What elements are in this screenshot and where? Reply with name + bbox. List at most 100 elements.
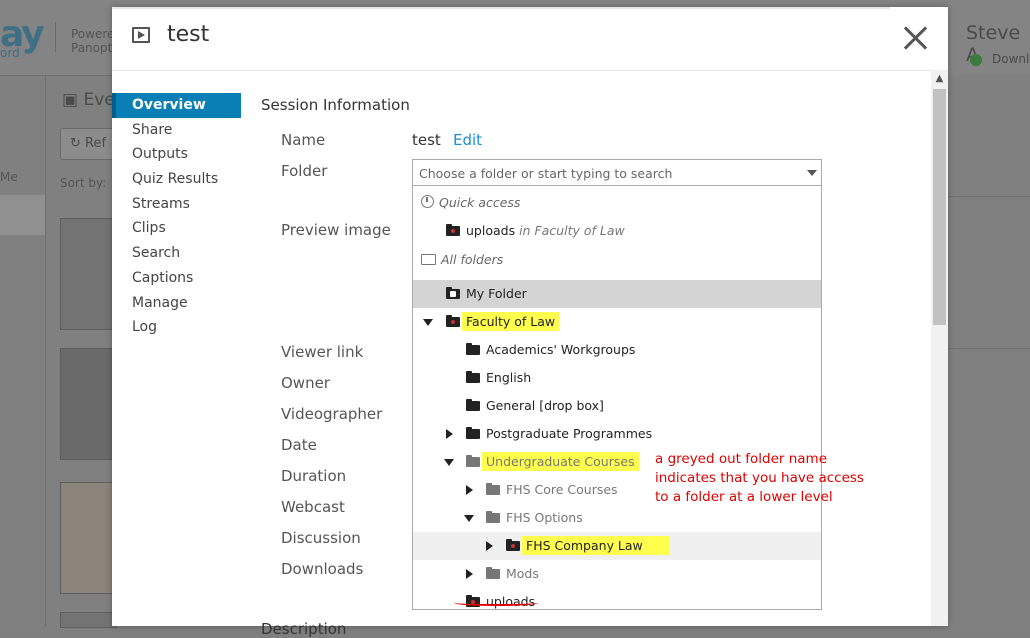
folder-option-my-folder[interactable]: My Folder — [413, 280, 821, 308]
all-folders-label: All folders — [441, 252, 504, 267]
close-icon[interactable] — [900, 23, 930, 53]
folder-select-placeholder: Choose a folder or start typing to searc… — [419, 166, 673, 181]
open-folder-icon — [421, 254, 436, 265]
background-thumbnail — [60, 482, 117, 594]
nav-item-captions[interactable]: Captions — [112, 266, 241, 291]
background-thumbnail — [60, 348, 117, 460]
annotation-underline — [454, 600, 538, 606]
videographer-label: Videographer — [281, 405, 383, 423]
session-settings-dialog: test Overview Share Outputs Quiz Results… — [112, 7, 948, 638]
date-label: Date — [281, 436, 317, 454]
owner-label: Owner — [281, 374, 330, 392]
folder-icon — [466, 455, 480, 467]
nav-item-streams[interactable]: Streams — [112, 192, 241, 217]
folder-option-uploads[interactable]: uploads — [413, 588, 821, 609]
folder-option-label: Academics' Workgroups — [486, 342, 636, 357]
scroll-up-arrow-icon[interactable]: ▲ — [931, 71, 948, 87]
chevron-down-icon — [807, 170, 817, 176]
folder-dropdown: Quick access uploads in Faculty of Law A… — [412, 186, 822, 610]
background-me-label: Me — [0, 170, 18, 184]
background-events-label: Eve — [83, 90, 115, 110]
highlighted-label: Faculty of Law — [462, 312, 560, 331]
folder-option-english[interactable]: English — [413, 364, 821, 392]
folder-option-postgraduate[interactable]: Postgraduate Programmes — [413, 420, 821, 448]
folder-option-label: FHS Company Law — [522, 532, 669, 560]
expand-triangle-icon[interactable] — [466, 569, 473, 579]
folder-option-fhs-options[interactable]: FHS Options — [413, 504, 821, 532]
folder-icon — [446, 315, 460, 327]
folder-icon — [486, 567, 500, 579]
nav-item-clips[interactable]: Clips — [112, 216, 241, 241]
collapse-triangle-icon[interactable] — [464, 515, 474, 522]
annotation-note: a greyed out folder name indicates that … — [655, 450, 865, 507]
scrollbar-thumb[interactable] — [933, 89, 946, 325]
viewer-link-label: Viewer link — [281, 343, 364, 361]
folder-icon — [486, 483, 500, 495]
folder-option-label: English — [486, 370, 532, 385]
folder-option-label: Postgraduate Programmes — [486, 426, 653, 441]
nav-item-quiz-results[interactable]: Quiz Results — [112, 167, 241, 192]
background-logo-sub: ord — [0, 46, 20, 60]
folder-option-label: Faculty of Law — [462, 308, 560, 336]
background-download: Downl — [992, 52, 1030, 66]
expand-triangle-icon[interactable] — [466, 485, 473, 495]
background-left-divider — [45, 75, 46, 626]
folder-icon — [466, 399, 480, 411]
folder-option-label: General [drop box] — [486, 398, 604, 413]
background-right-divider — [948, 348, 1030, 349]
collapse-triangle-icon[interactable] — [423, 319, 433, 326]
background-divider — [55, 22, 56, 52]
background-refresh-text: Ref — [85, 136, 107, 151]
background-right-panel — [948, 75, 1030, 626]
background-powered-text: Powere Panopt — [71, 27, 114, 55]
all-folders-header: All folders — [421, 252, 503, 267]
folder-option-label: Undergraduate Courses — [482, 448, 639, 476]
folder-option-general[interactable]: General [drop box] — [413, 392, 821, 420]
folder-icon — [466, 343, 480, 355]
folder-select[interactable]: Choose a folder or start typing to searc… — [412, 159, 822, 186]
name-value: test — [412, 131, 441, 149]
folder-icon — [446, 287, 460, 299]
folder-option-mods[interactable]: Mods — [413, 560, 821, 588]
nav-item-overview[interactable]: Overview — [112, 93, 241, 118]
nav-item-log[interactable]: Log — [112, 315, 241, 340]
section-title: Session Information — [261, 96, 410, 114]
dialog-header: test — [112, 7, 948, 71]
collapse-triangle-icon[interactable] — [444, 459, 454, 466]
folder-option-quick-uploads[interactable]: uploads in Faculty of Law — [413, 217, 821, 245]
quick-access-label: Quick access — [439, 195, 521, 210]
webcast-label: Webcast — [281, 498, 345, 516]
powered-line-2: Panopt — [71, 41, 113, 55]
name-label: Name — [281, 131, 326, 149]
edit-name-link[interactable]: Edit — [453, 131, 482, 149]
nav-item-manage[interactable]: Manage — [112, 291, 241, 316]
quick-item-name: uploads — [466, 223, 516, 238]
background-events-title: ▣ Eve — [62, 90, 115, 110]
background-left-selection — [0, 195, 45, 235]
video-play-icon — [132, 27, 150, 43]
annotation-line-3: to a folder at a lower level — [655, 489, 833, 505]
folder-option-academics[interactable]: Academics' Workgroups — [413, 336, 821, 364]
background-sort-label: Sort by: — [60, 176, 107, 190]
nav-item-search[interactable]: Search — [112, 241, 241, 266]
expand-triangle-icon[interactable] — [446, 429, 453, 439]
folder-icon — [466, 427, 480, 439]
folder-icon — [486, 511, 500, 523]
highlighted-label: Undergraduate Courses — [482, 452, 639, 471]
folder-icon — [446, 224, 460, 236]
expand-triangle-icon[interactable] — [486, 541, 493, 551]
folder-option-label: FHS Options — [506, 510, 583, 525]
background-refresh-label: ↻ Ref — [70, 136, 107, 151]
nav-item-share[interactable]: Share — [112, 118, 241, 143]
clock-icon — [421, 195, 434, 208]
dialog-top-line — [112, 7, 890, 9]
nav-item-outputs[interactable]: Outputs — [112, 142, 241, 167]
folder-option-faculty-of-law[interactable]: Faculty of Law — [413, 308, 821, 336]
folder-option-fhs-company-law[interactable]: FHS Company Law — [413, 532, 821, 560]
duration-label: Duration — [281, 467, 347, 485]
quick-access-header: Quick access — [421, 195, 520, 210]
folder-option-label: Mods — [506, 566, 539, 581]
folder-icon — [506, 539, 520, 551]
dialog-title: test — [167, 22, 210, 47]
quick-item-location: in Faculty of Law — [519, 223, 625, 238]
